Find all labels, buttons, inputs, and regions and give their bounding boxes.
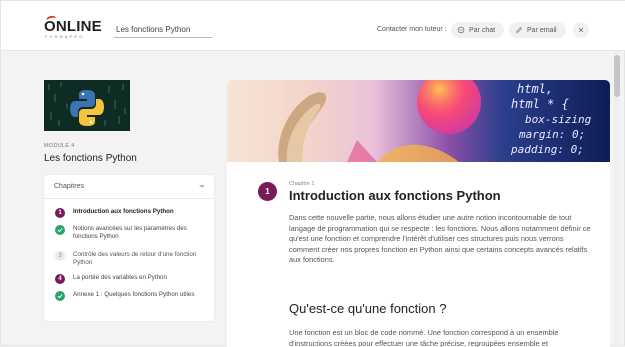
chapter-label: La portée des variables en Python [73,274,167,281]
check-icon [55,225,65,235]
chapter-number-badge: 3 [55,251,65,261]
chat-icon [457,26,465,34]
app-window: ONLINE FORMAPRO Contacter mon tuteur : P… [0,0,625,347]
module-title: Les fonctions Python [44,153,137,164]
chapter-label: Notions avancées sur les paramètres des … [73,225,187,240]
section-title: Qu'est-ce qu'une fonction ? [289,301,447,316]
hero-code-line: padding: 0; [511,143,584,156]
pencil-icon [516,27,522,33]
chapter-kicker: Chapitre 1 [289,181,315,187]
chapter-number-badge: 1 [258,182,277,201]
email-button-label: Par email [527,26,557,34]
email-button[interactable]: Par email [509,22,566,38]
chapters-heading: Chapitres [54,183,84,190]
hero-code-line: margin: 0; [519,128,586,141]
chapter-number-badge: 1 [55,208,65,218]
close-button[interactable]: × [573,22,589,38]
chapter-number-badge: 4 [55,274,65,284]
chapter-item-5[interactable]: Annexe 1 : Quelques fonctions Python uti… [55,291,210,301]
contact-tutor-label: Contacter mon tuteur : [377,26,447,33]
python-logo-icon [44,80,130,131]
check-icon [55,291,65,301]
intro-paragraph: Dans cette nouvelle partie, nous allons … [289,213,591,265]
hero-code-line: box-sizing [525,113,592,126]
logo-text: ONLINE [44,18,102,35]
logo-subtext: FORMAPRO [45,35,85,39]
chapter-item-1[interactable]: 1 Introduction aux fonctions Python [55,208,210,218]
chat-button-label: Par chat [469,26,496,34]
chapter-item-4[interactable]: 4 La portée des variables en Python [55,274,210,284]
chapter-hero-image: html, html * { box-sizing margin: 0; pad… [227,80,610,162]
chapter-content: html, html * { box-sizing margin: 0; pad… [227,80,610,347]
module-label: MODULE 4 [44,143,75,149]
chapter-title: Introduction aux fonctions Python [289,188,501,203]
hero-code-line: html, [517,82,554,96]
chapters-panel: Chapitres 1 Introduction aux fonctions P… [44,175,214,321]
hero-code-line: html * { [511,97,569,111]
chapter-item-3[interactable]: 3 Contrôle des valeurs de retour d'une f… [55,251,210,266]
module-thumbnail [44,80,130,131]
chevron-down-icon [199,185,205,188]
chapter-item-2[interactable]: Notions avancées sur les paramètres des … [55,225,210,240]
course-title-field[interactable] [114,21,212,38]
chapter-label: Introduction aux fonctions Python [73,208,174,215]
scrollbar-thumb[interactable] [614,55,620,97]
brand-logo[interactable]: ONLINE FORMAPRO [44,15,102,43]
chapters-toggle[interactable]: Chapitres [44,175,214,199]
chat-button[interactable]: Par chat [451,22,504,38]
section-paragraph: Une fonction est un bloc de code nommé. … [289,328,559,347]
chapter-label: Contrôle des valeurs de retour d'une fon… [73,251,197,266]
top-header: ONLINE FORMAPRO Contacter mon tuteur : P… [1,1,625,51]
chapter-label: Annexe 1 : Quelques fonctions Python uti… [73,291,195,298]
